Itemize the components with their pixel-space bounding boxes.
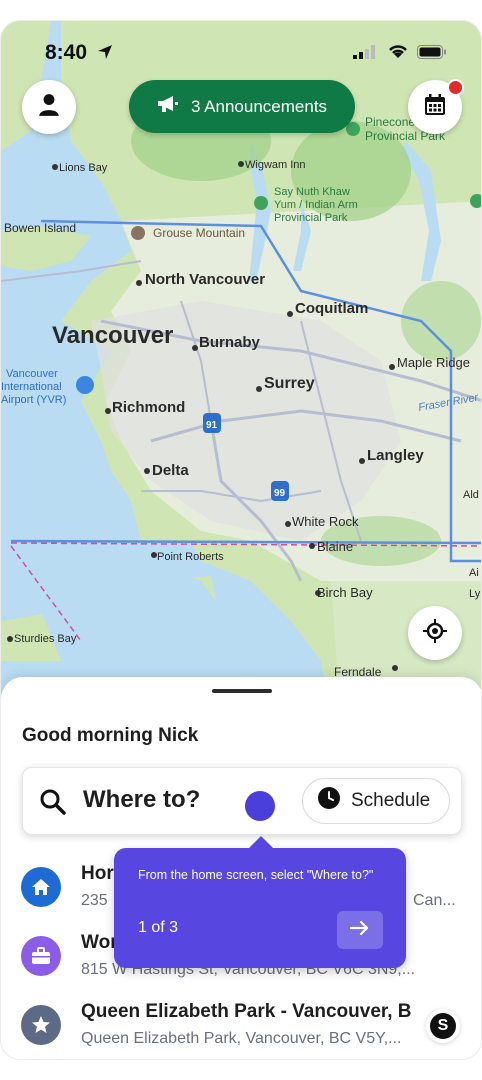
map-label-say-nuth-3: Provincial Park — [274, 212, 348, 224]
map-label-surrey: Surrey — [264, 375, 315, 392]
map-label-delta: Delta — [152, 462, 189, 479]
cellular-signal-icon — [353, 45, 375, 64]
home-icon — [21, 867, 61, 907]
map-label-pinecone: Pinecone — [365, 115, 415, 129]
schedule-button[interactable]: Schedule — [302, 778, 450, 824]
wifi-icon — [387, 43, 409, 64]
where-to-label: Where to? — [83, 786, 201, 813]
recenter-location-button[interactable] — [408, 606, 462, 660]
place-address: Queen Elizabeth Park, Vancouver, BC V5Y,… — [81, 1030, 402, 1047]
map-label-airport-3: Airport (YVR) — [1, 394, 66, 406]
greeting-text: Good morning Nick — [22, 725, 199, 746]
map-label-ald: Ald — [463, 489, 479, 501]
profile-button[interactable] — [22, 80, 76, 134]
megaphone-icon — [157, 94, 179, 119]
search-icon — [39, 788, 67, 821]
map-label-blaine: Blaine — [317, 539, 353, 554]
map-label-white-rock: White Rock — [292, 514, 359, 529]
map-label-burnaby: Burnaby — [199, 334, 261, 351]
clock-icon — [317, 786, 341, 816]
tour-step-counter: 1 of 3 — [138, 919, 179, 936]
battery-icon — [417, 45, 447, 64]
map-label-sturdies-bay: Sturdies Bay — [14, 633, 77, 645]
map-label-lions-bay: Lions Bay — [59, 162, 108, 174]
place-title: Queen Elizabeth Park - Vancouver, B — [81, 1001, 412, 1022]
map-label-grouse-mountain: Grouse Mountain — [153, 226, 245, 240]
map-label-vancouver: Vancouver — [52, 322, 173, 349]
map-label-wigwam-inn: Wigwam Inn — [245, 159, 306, 171]
location-arrow-icon — [97, 44, 113, 65]
map-label-bowen-island: Bowen Island — [4, 221, 76, 235]
highway-99-label: 99 — [274, 488, 286, 499]
map-label-point-roberts: Point Roberts — [157, 551, 224, 563]
tour-hotspot[interactable] — [245, 791, 275, 821]
app-screen: Vancouver North Vancouver Burnaby Coquit… — [0, 20, 482, 1060]
crosshair-icon — [422, 618, 448, 649]
map-label-say-nuth-2: Yum / Indian Arm — [274, 199, 358, 211]
map-label-coquitlam: Coquitlam — [295, 300, 368, 317]
where-to-search[interactable]: Where to? Schedule — [22, 767, 462, 835]
star-icon — [21, 1005, 61, 1045]
person-icon — [36, 92, 62, 123]
arrow-right-icon — [349, 920, 370, 941]
status-time: 8:40 — [45, 41, 88, 64]
announcements-button[interactable]: 3 Announcements — [129, 80, 355, 133]
announcements-label: 3 Announcements — [190, 96, 328, 116]
briefcase-icon — [21, 936, 61, 976]
status-bar: 8:40 — [1, 21, 481, 77]
map-label-ai: Ai — [469, 567, 479, 579]
map-label-ly: Ly — [469, 588, 481, 600]
map-label-maple-ridge: Maple Ridge — [397, 355, 470, 370]
map-label-airport-2: International — [1, 381, 62, 393]
map-label-airport-1: Vancouver — [6, 368, 58, 380]
map-label-say-nuth-1: Say Nuth Khaw — [274, 186, 350, 198]
tour-tooltip: From the home screen, select "Where to?"… — [114, 836, 406, 968]
app-badge-button[interactable]: S — [426, 1009, 460, 1043]
tour-next-button[interactable] — [337, 911, 383, 949]
place-address-tail: Can... — [413, 892, 456, 909]
tour-tooltip-text: From the home screen, select "Where to?" — [138, 868, 374, 882]
highway-91-label: 91 — [206, 420, 218, 431]
map-label-birch-bay: Birch Bay — [317, 585, 373, 600]
saved-place-queen-elizabeth-park[interactable]: Queen Elizabeth Park - Vancouver, B Quee… — [1, 995, 481, 1055]
schedule-label: Schedule — [351, 790, 431, 811]
map-label-langley: Langley — [367, 447, 424, 464]
calendar-icon — [423, 93, 447, 122]
notification-dot — [447, 79, 464, 96]
sheet-drag-handle[interactable] — [212, 689, 272, 693]
map-label-richmond: Richmond — [112, 399, 185, 416]
map-label-north-vancouver: North Vancouver — [145, 271, 265, 288]
s-logo-icon: S — [430, 1013, 456, 1039]
